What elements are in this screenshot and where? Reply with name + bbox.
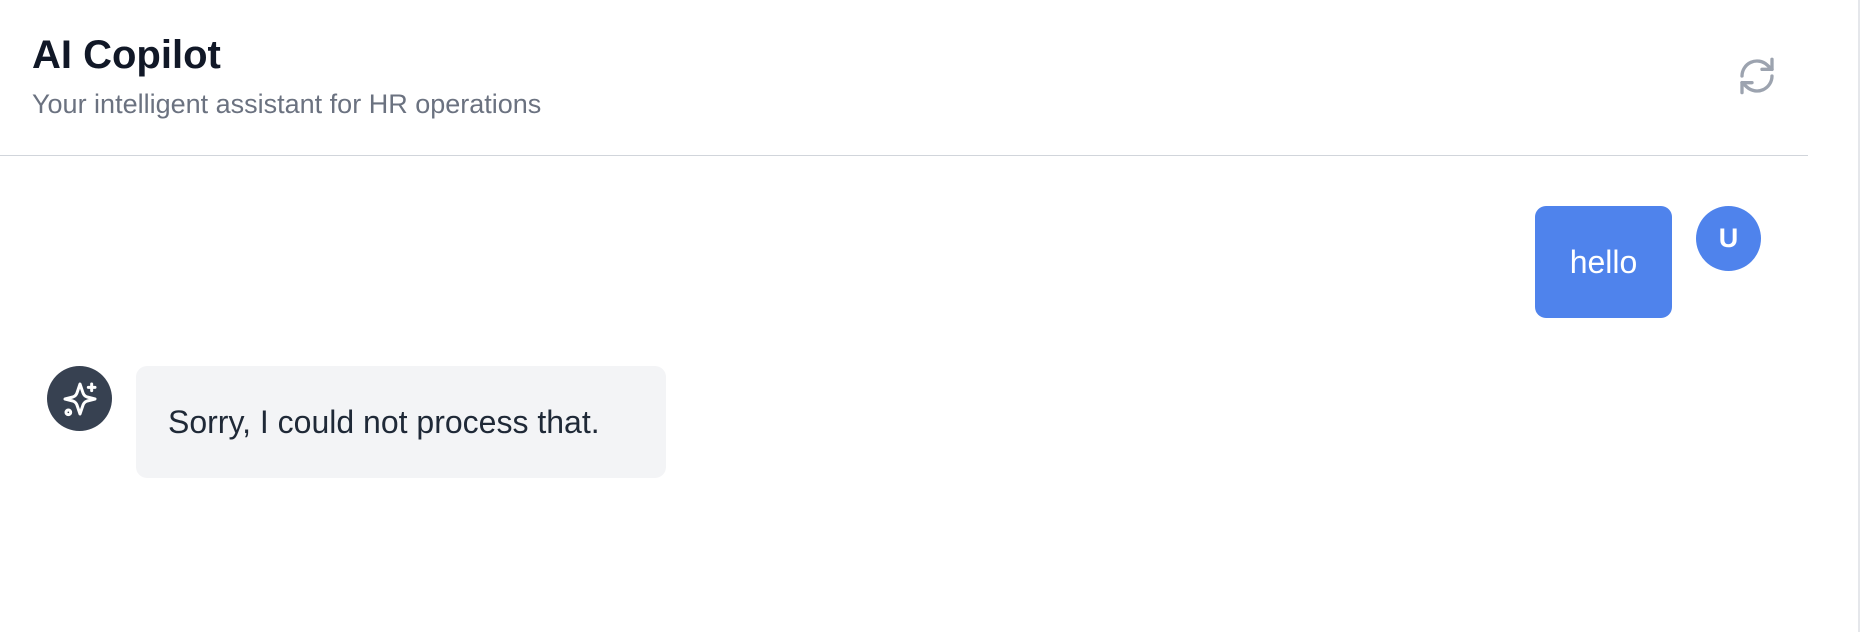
user-avatar: U — [1696, 206, 1761, 271]
sparkles-icon — [60, 379, 100, 419]
page-title: AI Copilot — [32, 33, 221, 77]
assistant-message-bubble: Sorry, I could not process that. — [136, 366, 666, 478]
refresh-icon — [1737, 56, 1777, 96]
page-subtitle: Your intelligent assistant for HR operat… — [32, 89, 542, 119]
refresh-button[interactable] — [1731, 50, 1783, 102]
message-list: hello U Sorry, I could not process that. — [0, 156, 1808, 632]
ai-copilot-app: AI Copilot Your intelligent assistant fo… — [0, 0, 1860, 632]
chat-panel: AI Copilot Your intelligent assistant fo… — [0, 0, 1808, 632]
assistant-avatar — [47, 366, 112, 431]
chat-header: AI Copilot Your intelligent assistant fo… — [0, 0, 1808, 156]
user-message-bubble: hello — [1535, 206, 1672, 318]
